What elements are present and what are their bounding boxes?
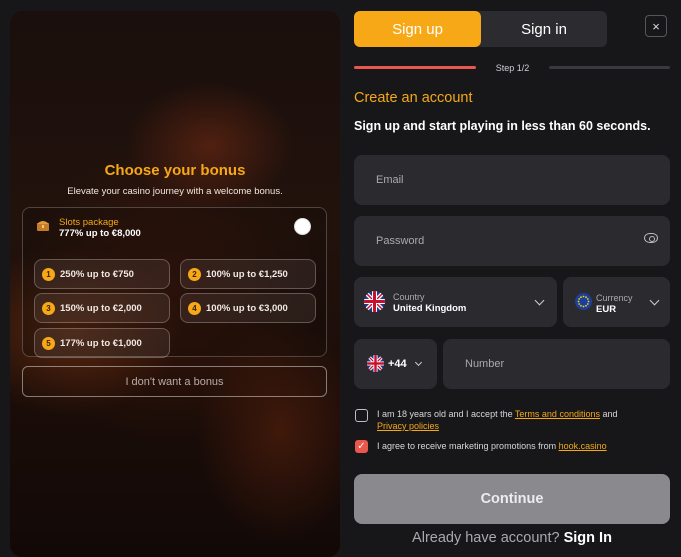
phone-number-field[interactable]: Number — [443, 339, 670, 389]
bonus-option-5[interactable]: 5 177% up to €1,000 — [34, 328, 170, 358]
eu-flag-icon — [575, 293, 592, 310]
bonus-panel: Choose your bonus Elevate your casino jo… — [10, 11, 340, 557]
country-label: Country — [393, 292, 425, 302]
option-label: 100% up to €3,000 — [206, 302, 288, 314]
age-text-2: and — [599, 409, 618, 419]
option-label: 100% up to €1,250 — [206, 268, 288, 280]
checkmark-icon: ✓ — [357, 441, 366, 452]
email-field[interactable]: Email — [354, 155, 670, 205]
marketing-link[interactable]: hook.casino — [559, 441, 607, 451]
continue-button[interactable]: Continue — [354, 474, 670, 524]
option-number: 2 — [188, 267, 201, 281]
email-placeholder: Email — [376, 174, 404, 186]
bonus-title: Choose your bonus — [104, 162, 246, 179]
step-label: Step 1/2 — [495, 63, 530, 73]
already-text: Already have account? — [412, 530, 560, 546]
currency-label: Currency — [596, 293, 633, 303]
password-field[interactable]: Password — [354, 216, 670, 266]
option-number: 3 — [42, 301, 55, 315]
bonus-option-3[interactable]: 3 150% up to €2,000 — [34, 293, 170, 323]
age-terms-text: I am 18 years old and I accept the Terms… — [377, 408, 672, 432]
number-placeholder: Number — [465, 358, 505, 370]
terms-link[interactable]: Terms and conditions — [515, 409, 600, 419]
form-subtitle: Sign up and start playing in less than 6… — [354, 119, 651, 133]
phone-code: +44 — [388, 358, 407, 370]
uk-flag-icon — [367, 355, 384, 372]
marketing-text: I agree to receive marketing promotions … — [377, 440, 672, 452]
bonus-option-2[interactable]: 2 100% up to €1,250 — [180, 259, 316, 289]
option-label: 250% up to €750 — [60, 268, 134, 280]
no-bonus-button[interactable]: I don't want a bonus — [22, 366, 327, 397]
step-progress-filled — [354, 66, 476, 69]
treasure-chest-icon — [37, 221, 49, 231]
signin-link[interactable]: Sign In — [564, 530, 612, 546]
currency-select[interactable]: Currency EUR — [563, 277, 670, 327]
close-icon: × — [652, 18, 660, 34]
chevron-down-icon — [649, 295, 660, 306]
country-value: United Kingdom — [393, 303, 467, 314]
package-radio[interactable] — [294, 218, 311, 235]
eye-icon[interactable] — [644, 233, 658, 243]
step-progress-remaining — [549, 66, 670, 69]
chevron-down-icon — [414, 358, 423, 367]
close-button[interactable]: × — [645, 15, 667, 37]
age-terms-checkbox[interactable] — [355, 409, 368, 422]
password-placeholder: Password — [376, 235, 425, 247]
option-number: 5 — [42, 336, 55, 350]
privacy-link[interactable]: Privacy policies — [377, 421, 439, 431]
marketing-checkbox[interactable]: ✓ — [355, 440, 368, 453]
auth-tabs: Sign up Sign in — [354, 11, 607, 47]
already-have-account: Already have account? Sign In — [354, 530, 670, 546]
bonus-option-4[interactable]: 4 100% up to €3,000 — [180, 293, 316, 323]
chevron-down-icon — [534, 295, 545, 306]
tab-signin[interactable]: Sign in — [481, 11, 607, 47]
package-name: Slots package — [59, 217, 119, 228]
option-number: 4 — [188, 301, 201, 315]
currency-value: EUR — [596, 304, 617, 315]
marketing-text-1: I agree to receive marketing promotions … — [377, 441, 559, 451]
option-number: 1 — [42, 267, 55, 281]
phone-code-select[interactable]: +44 — [354, 339, 437, 389]
bonus-subtitle: Elevate your casino journey with a welco… — [67, 186, 283, 197]
country-select[interactable]: Country United Kingdom — [354, 277, 557, 327]
uk-flag-icon — [364, 291, 385, 312]
package-value: 777% up to €8,000 — [59, 228, 141, 239]
bonus-option-1[interactable]: 1 250% up to €750 — [34, 259, 170, 289]
bonus-options-box: Slots package 777% up to €8,000 1 250% u… — [22, 207, 327, 358]
option-label: 150% up to €2,000 — [60, 302, 142, 314]
option-label: 177% up to €1,000 — [60, 337, 142, 349]
tab-signup[interactable]: Sign up — [354, 11, 481, 47]
form-title: Create an account — [354, 90, 473, 106]
age-text-1: I am 18 years old and I accept the — [377, 409, 515, 419]
